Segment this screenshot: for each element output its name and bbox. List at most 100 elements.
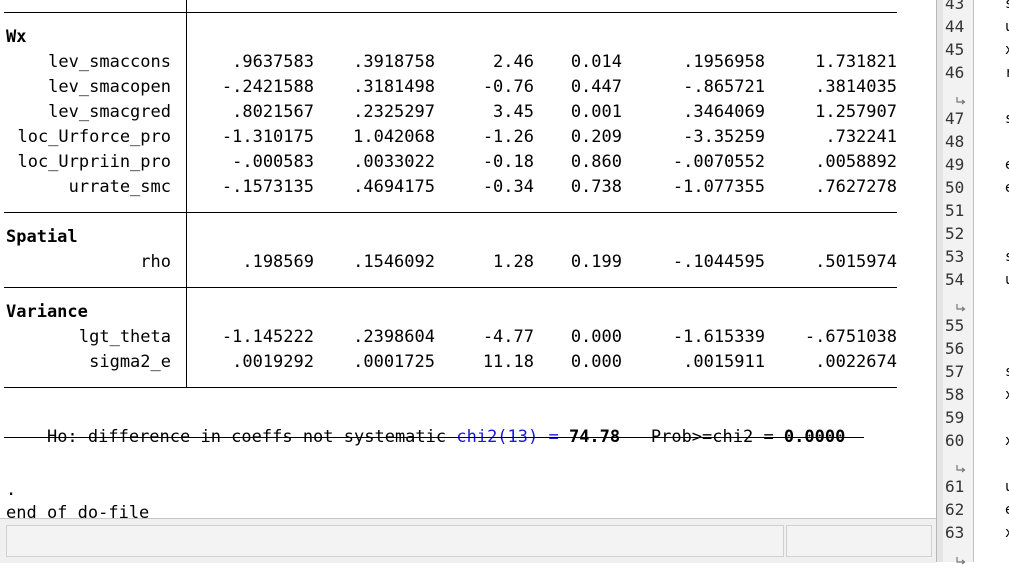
cell-ci-low: -.1044595 bbox=[672, 252, 765, 272]
table-row: lev_smaccons .9637583 .3918758 2.46 0.014 .19… bbox=[0, 50, 936, 75]
section-rule bbox=[4, 387, 897, 388]
line-number: 47 bbox=[945, 109, 965, 128]
variable-name: loc_Urforce_pro bbox=[17, 127, 171, 147]
cell-coef: .9637583 bbox=[232, 52, 314, 72]
line-number: 52 bbox=[945, 224, 965, 243]
cell-coef: -.1573135 bbox=[221, 177, 314, 197]
end-of-do-file: end of do-file bbox=[6, 503, 150, 518]
editor-text-fragment[interactable]: s bbox=[1005, 364, 1009, 380]
cell-p: 0.000 bbox=[570, 352, 622, 372]
editor-text-fragment[interactable]: u bbox=[1005, 19, 1009, 35]
editor-text-fragment[interactable]: s bbox=[1005, 111, 1009, 127]
variable-name: lev_smaccons bbox=[48, 52, 171, 72]
cell-ci-high: .0058892 bbox=[815, 152, 897, 172]
editor-text-fragment[interactable]: r bbox=[1005, 65, 1009, 81]
cell-se: .0001725 bbox=[353, 352, 435, 372]
cell-ci-low: -1.615339 bbox=[672, 327, 765, 347]
command-status-bar bbox=[0, 518, 936, 563]
section-title: Variance bbox=[6, 302, 88, 322]
table-row: lgt_theta -1.145222 .2398604 -4.77 0.000 -1.6… bbox=[0, 325, 936, 350]
cell-z: -0.76 bbox=[482, 77, 534, 97]
variable-name: lgt_theta bbox=[78, 327, 171, 347]
cell-coef: -.000583 bbox=[232, 152, 314, 172]
wrap-arrow-icon bbox=[955, 299, 966, 312]
status-segment-right bbox=[786, 525, 932, 557]
variable-name: rho bbox=[140, 252, 171, 272]
cell-ci-high: .7627278 bbox=[815, 177, 897, 197]
cell-se: .4694175 bbox=[353, 177, 435, 197]
cell-z: 3.45 bbox=[493, 102, 534, 122]
wrap-arrow-icon bbox=[955, 92, 966, 105]
cell-se: .3918758 bbox=[353, 52, 435, 72]
wrap-arrow-icon bbox=[955, 552, 966, 565]
cell-coef: .8021567 bbox=[232, 102, 314, 122]
line-number: 54 bbox=[945, 270, 965, 289]
cell-z: -4.77 bbox=[482, 327, 534, 347]
results-window[interactable]: Wx lev_smaccons .9637583 .3918758 2.46 0.014.… bbox=[0, 0, 936, 518]
cell-ci-high: .5015974 bbox=[815, 252, 897, 272]
editor-text-fragment[interactable]: x bbox=[1005, 42, 1009, 58]
cell-ci-high: .0022674 bbox=[815, 352, 897, 372]
cell-z: 11.18 bbox=[482, 352, 534, 372]
line-number: 49 bbox=[945, 155, 965, 174]
line-number: 46 bbox=[945, 63, 965, 82]
line-number: 61 bbox=[945, 477, 965, 496]
editor-text-fragment[interactable]: e bbox=[1005, 502, 1009, 518]
table-row: sigma2_e .0019292 .0001725 11.18 0.000 .00159… bbox=[0, 350, 936, 375]
cell-ci-low: .0015911 bbox=[683, 352, 765, 372]
cell-coef: .198569 bbox=[242, 252, 314, 272]
editor-text-fragment[interactable]: s bbox=[1005, 249, 1009, 265]
wrap-arrow-icon bbox=[955, 460, 966, 473]
cell-ci-low: .1956958 bbox=[683, 52, 765, 72]
line-number: 48 bbox=[945, 132, 965, 151]
editor-text-fragment[interactable]: x bbox=[1005, 525, 1009, 541]
cell-ci-low: -1.077355 bbox=[672, 177, 765, 197]
editor-text-fragment[interactable]: s bbox=[1005, 0, 1009, 12]
cell-z: 2.46 bbox=[493, 52, 534, 72]
cell-p: 0.738 bbox=[570, 177, 622, 197]
line-number: 43 bbox=[945, 0, 965, 13]
table-row: loc_Urpriin_pro -.000583 .0033022 -0.18 0.86… bbox=[0, 150, 936, 175]
cell-ci-high: -.6751038 bbox=[804, 327, 897, 347]
section-title: Wx bbox=[6, 27, 27, 47]
cell-ci-high: .732241 bbox=[825, 127, 897, 147]
table-row: lev_smacgred .8021567 .2325297 3.45 0.001 .34… bbox=[0, 100, 936, 125]
editor-text-fragment[interactable]: x bbox=[1005, 387, 1009, 403]
table-top-rule bbox=[4, 12, 897, 13]
variable-name: sigma2_e bbox=[89, 352, 171, 372]
cell-ci-low: -.865721 bbox=[683, 77, 765, 97]
status-segment-left bbox=[6, 525, 784, 557]
cell-p: 0.860 bbox=[570, 152, 622, 172]
variable-name: lev_smacopen bbox=[48, 77, 171, 97]
command-dot: . bbox=[6, 480, 17, 500]
line-number: 45 bbox=[945, 40, 965, 59]
cell-coef: -1.310175 bbox=[221, 127, 314, 147]
cell-se: .1546092 bbox=[353, 252, 435, 272]
cell-z: -0.34 bbox=[482, 177, 534, 197]
editor-text-fragment[interactable]: x bbox=[1005, 433, 1009, 449]
cell-se: 1.042068 bbox=[353, 127, 435, 147]
line-number: 53 bbox=[945, 247, 965, 266]
cell-ci-high: 1.257907 bbox=[815, 102, 897, 122]
cell-p: 0.001 bbox=[570, 102, 622, 122]
editor-text-fragment[interactable]: e bbox=[1005, 157, 1009, 173]
line-number: 63 bbox=[945, 523, 965, 542]
editor-text-fragment[interactable]: u bbox=[1005, 479, 1009, 495]
editor-text-fragment[interactable]: u bbox=[1005, 272, 1009, 288]
cell-coef: .0019292 bbox=[232, 352, 314, 372]
section-title: Spatial bbox=[6, 227, 78, 247]
section-rule bbox=[4, 287, 897, 288]
cell-se: .0033022 bbox=[353, 152, 435, 172]
cell-se: .2398604 bbox=[353, 327, 435, 347]
section-rule bbox=[4, 212, 897, 213]
editor-text-fragment[interactable]: e bbox=[1005, 180, 1009, 196]
cell-coef: -1.145222 bbox=[221, 327, 314, 347]
cell-p: 0.000 bbox=[570, 327, 622, 347]
line-number: 57 bbox=[945, 362, 965, 381]
cell-se: .3181498 bbox=[353, 77, 435, 97]
table-row: loc_Urforce_pro -1.310175 1.042068 -1.26 0.2… bbox=[0, 125, 936, 150]
cell-ci-high: .3814035 bbox=[815, 77, 897, 97]
table-row: rho .198569 .1546092 1.28 0.199 -.1044595 .501… bbox=[0, 250, 936, 275]
cell-p: 0.447 bbox=[570, 77, 622, 97]
do-file-editor-pane[interactable]: 43 44 45 46 47 48 49 50 51 52 53 54 55 56 57 58 59 60 61 62… bbox=[943, 0, 1009, 565]
